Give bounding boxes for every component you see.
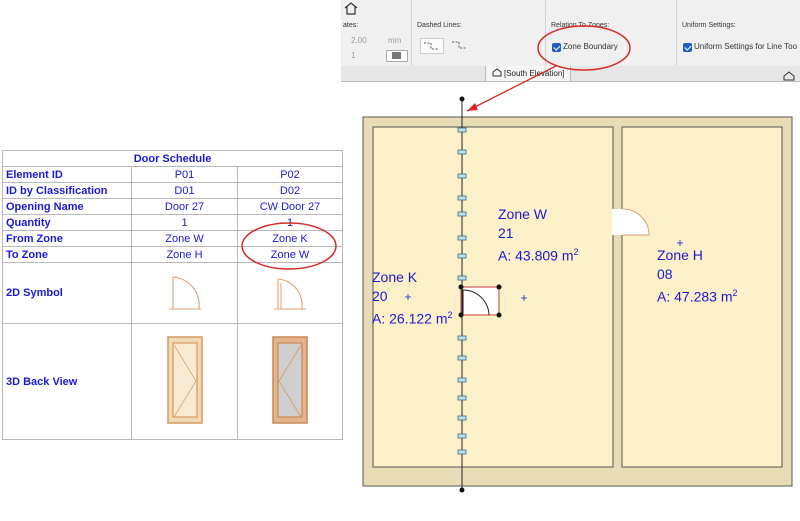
annotation-arrow — [466, 65, 557, 112]
zone-number: 20 — [372, 288, 388, 304]
zone-label-w[interactable]: Zone W 21 A: 43.809 m2 — [498, 205, 579, 266]
zone-number: 21 — [498, 225, 514, 241]
zone-name: Zone W — [498, 206, 548, 222]
zone-area: A: 26.122 m2 — [372, 310, 453, 327]
zone-label-k[interactable]: Zone K 20 A: 26.122 m2 — [372, 268, 453, 329]
zone-name: Zone K — [372, 269, 418, 285]
zone-name: Zone H — [657, 247, 703, 263]
annotation-circle-checkbox — [537, 25, 631, 71]
annotation-circle-table — [241, 222, 337, 270]
selected-door — [460, 286, 500, 316]
zone-area: A: 47.283 m2 — [657, 288, 738, 305]
zone-area: A: 43.809 m2 — [498, 247, 579, 264]
zone-number: 08 — [657, 266, 673, 282]
zone-label-h[interactable]: Zone H 08 A: 47.283 m2 — [657, 246, 738, 307]
